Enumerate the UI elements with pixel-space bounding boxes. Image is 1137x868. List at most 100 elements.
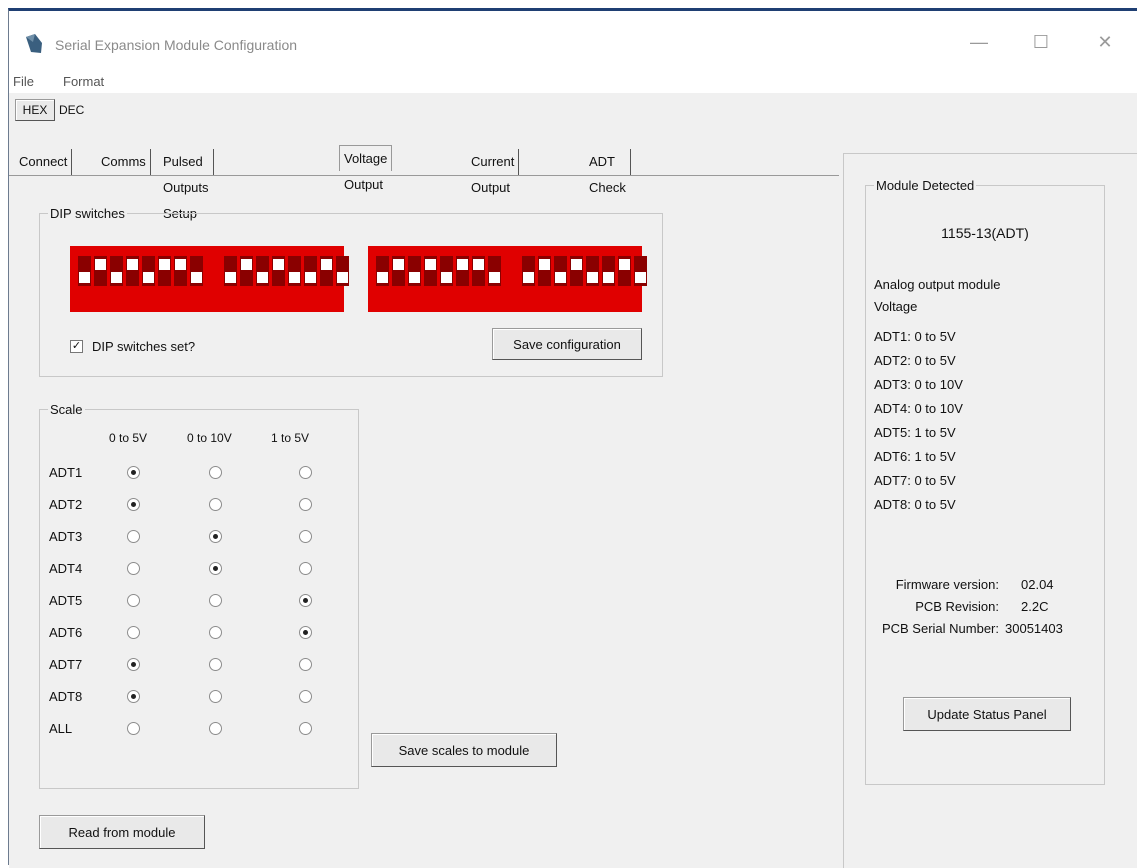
scale-radio-adt6-0[interactable] — [127, 626, 140, 639]
dip-switch-knob — [273, 259, 284, 270]
maximize-button[interactable]: ☐ — [1021, 27, 1061, 57]
dip-switch-knob — [393, 259, 404, 270]
scale-radio-adt5-0[interactable] — [127, 594, 140, 607]
tab-adt-check[interactable]: ADT Check — [585, 149, 631, 195]
scale-radio-adt6-1[interactable] — [209, 626, 222, 639]
scale-radio-adt1-0[interactable] — [127, 466, 140, 479]
tab-pulsed-outputs-setup[interactable]: Pulsed Outputs Setup — [159, 149, 214, 221]
scale-radio-adt3-0[interactable] — [127, 530, 140, 543]
output-scale-line: ADT3: 0 to 10V — [874, 377, 963, 392]
tab-voltage-output[interactable]: Voltage Output — [339, 145, 393, 192]
dip-switch[interactable] — [240, 256, 253, 286]
dip-switch[interactable] — [376, 256, 389, 286]
dip-switch[interactable] — [586, 256, 599, 286]
menu-format[interactable]: Format — [63, 74, 104, 89]
scale-radio-all-1[interactable] — [209, 722, 222, 735]
dip-switch[interactable] — [408, 256, 421, 286]
scale-radio-adt8-1[interactable] — [209, 690, 222, 703]
scale-radio-adt8-0[interactable] — [127, 690, 140, 703]
save-configuration-button[interactable]: Save configuration — [492, 328, 642, 360]
dip-switch[interactable] — [126, 256, 139, 286]
save-scales-button[interactable]: Save scales to module — [371, 733, 557, 767]
output-scale-line: ADT4: 0 to 10V — [874, 401, 963, 416]
dip-switch-knob — [143, 272, 154, 283]
tab-comms[interactable]: Comms — [97, 149, 151, 175]
dip-switch[interactable] — [456, 256, 469, 286]
dip-switch-knob — [441, 272, 452, 283]
output-scale-line: ADT6: 1 to 5V — [874, 449, 956, 464]
scale-radio-adt3-2[interactable] — [299, 530, 312, 543]
dip-switch-knob — [425, 259, 436, 270]
dip-switch[interactable] — [288, 256, 301, 286]
dip-switch[interactable] — [320, 256, 333, 286]
dip-switch[interactable] — [392, 256, 405, 286]
dip-switch[interactable] — [488, 256, 501, 286]
dip-switch-knob — [523, 272, 534, 283]
dip-switch[interactable] — [570, 256, 583, 286]
dip-switch[interactable] — [110, 256, 123, 286]
dip-switch[interactable] — [224, 256, 237, 286]
scale-radio-adt2-0[interactable] — [127, 498, 140, 511]
scale-radio-adt2-2[interactable] — [299, 498, 312, 511]
scale-radio-adt7-1[interactable] — [209, 658, 222, 671]
output-scale-line: ADT5: 1 to 5V — [874, 425, 956, 440]
scale-radio-adt2-1[interactable] — [209, 498, 222, 511]
dip-switch-block — [70, 246, 349, 312]
tab-current-output[interactable]: Current Output — [467, 149, 520, 195]
dip-switch[interactable] — [440, 256, 453, 286]
scale-radio-adt4-2[interactable] — [299, 562, 312, 575]
scale-radio-adt8-2[interactable] — [299, 690, 312, 703]
dip-switch-knob — [619, 259, 630, 270]
scale-legend: Scale — [48, 402, 85, 417]
scale-radio-adt3-1[interactable] — [209, 530, 222, 543]
dip-switch[interactable] — [336, 256, 349, 286]
output-scale-line: ADT2: 0 to 5V — [874, 353, 956, 368]
scale-radio-all-0[interactable] — [127, 722, 140, 735]
dip-switch[interactable] — [78, 256, 91, 286]
dip-switch[interactable] — [174, 256, 187, 286]
module-subtype: Voltage — [874, 299, 918, 314]
dip-switch[interactable] — [158, 256, 171, 286]
dip-switch-knob — [457, 259, 468, 270]
minimize-button[interactable]: — — [959, 27, 999, 57]
scale-radio-adt7-0[interactable] — [127, 658, 140, 671]
dip-switch[interactable] — [256, 256, 269, 286]
scale-radio-adt1-1[interactable] — [209, 466, 222, 479]
firmware-label: Firmware version: — [895, 577, 999, 592]
dip-switch[interactable] — [602, 256, 615, 286]
dip-switch[interactable] — [554, 256, 567, 286]
dip-switch[interactable] — [304, 256, 317, 286]
scale-radio-adt4-1[interactable] — [209, 562, 222, 575]
dip-set-checkbox[interactable]: ✓ — [70, 340, 83, 353]
scale-row-label: ADT2 — [49, 497, 83, 512]
scale-radio-adt7-2[interactable] — [299, 658, 312, 671]
output-scale-line: ADT8: 0 to 5V — [874, 497, 956, 512]
dip-switch-knob — [159, 259, 170, 270]
dip-switch[interactable] — [522, 256, 535, 286]
dip-switch[interactable] — [142, 256, 155, 286]
scale-radio-adt5-1[interactable] — [209, 594, 222, 607]
hex-button[interactable]: HEX — [15, 99, 55, 121]
read-from-module-button[interactable]: Read from module — [39, 815, 205, 849]
dip-switch[interactable] — [94, 256, 107, 286]
dip-switch[interactable] — [618, 256, 631, 286]
dip-switch[interactable] — [472, 256, 485, 286]
scale-radio-adt4-0[interactable] — [127, 562, 140, 575]
pcb-serial-value: 30051403 — [1005, 621, 1063, 636]
dec-button[interactable]: DEC — [59, 103, 84, 117]
dip-switch-knob — [571, 259, 582, 270]
update-status-panel-button[interactable]: Update Status Panel — [903, 697, 1071, 731]
scale-radio-all-2[interactable] — [299, 722, 312, 735]
dip-switch[interactable] — [272, 256, 285, 286]
dip-switch[interactable] — [190, 256, 203, 286]
close-button[interactable]: ✕ — [1085, 27, 1125, 57]
scale-radio-adt1-2[interactable] — [299, 466, 312, 479]
dip-switch[interactable] — [538, 256, 551, 286]
dip-switch-knob — [473, 259, 484, 270]
dip-switch[interactable] — [424, 256, 437, 286]
menu-file[interactable]: File — [13, 74, 34, 89]
dip-switch[interactable] — [634, 256, 647, 286]
scale-radio-adt6-2[interactable] — [299, 626, 312, 639]
scale-radio-adt5-2[interactable] — [299, 594, 312, 607]
tab-connect[interactable]: Connect — [15, 149, 73, 175]
